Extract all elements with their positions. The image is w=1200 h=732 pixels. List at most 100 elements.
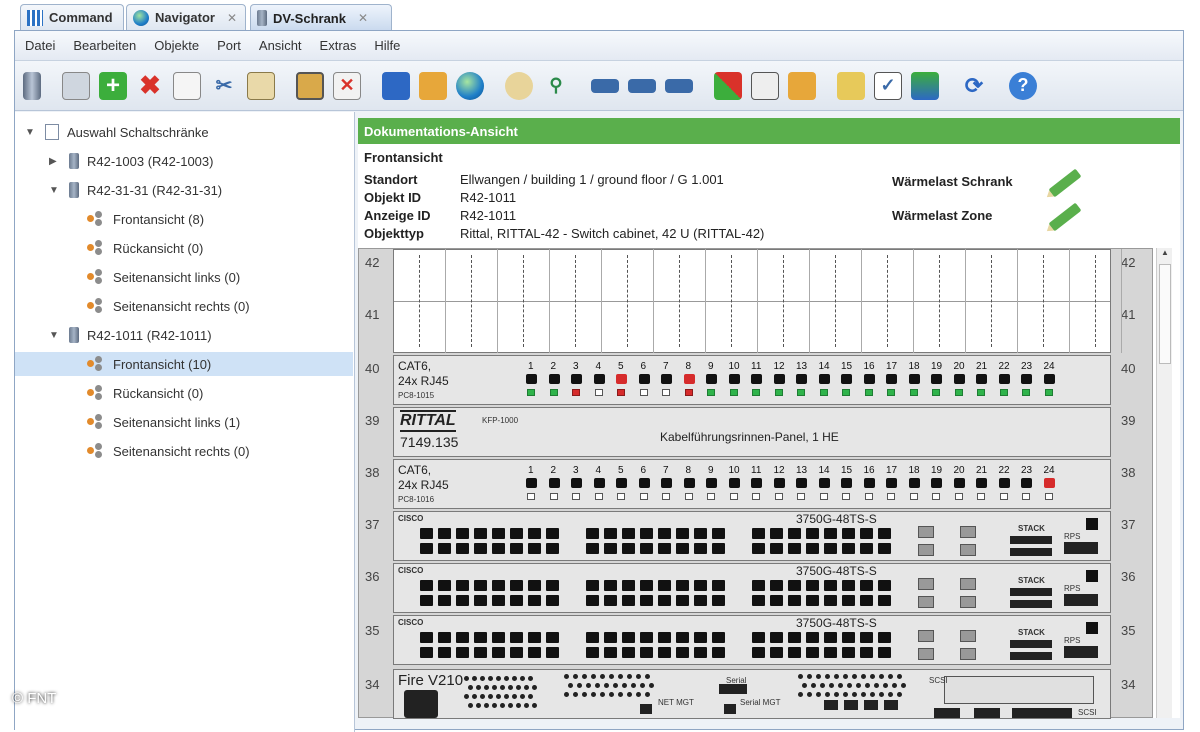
switch-port[interactable] xyxy=(586,528,599,539)
switch-port[interactable] xyxy=(658,528,671,539)
refresh-icon[interactable]: ⟳ xyxy=(960,72,988,100)
switch-port[interactable] xyxy=(712,595,725,606)
switch-port[interactable] xyxy=(622,647,635,658)
rj45-port[interactable] xyxy=(773,374,785,384)
expand-arrow-icon[interactable]: ▼ xyxy=(49,330,61,341)
switch-port[interactable] xyxy=(586,580,599,591)
switch-port[interactable] xyxy=(770,647,783,658)
switch-port[interactable] xyxy=(694,528,707,539)
switch-port[interactable] xyxy=(878,580,891,591)
copy-icon[interactable] xyxy=(173,71,201,100)
tab-dv-schrank[interactable]: DV-Schrank ✕ xyxy=(250,4,392,31)
rps-port[interactable] xyxy=(1064,594,1098,606)
switch-port[interactable] xyxy=(712,543,725,554)
menu-port[interactable]: Port xyxy=(217,38,241,53)
console-port[interactable] xyxy=(1086,518,1098,530)
edit-pencil-icon[interactable] xyxy=(1048,202,1082,232)
tree-item-view[interactable]: Seitenansicht rechts (0) xyxy=(87,439,250,463)
server-34[interactable]: Fire V210 Serial NET MGT Serial MGT SCSI… xyxy=(393,669,1111,719)
switch-port[interactable] xyxy=(510,647,523,658)
switch-port[interactable] xyxy=(510,595,523,606)
tools-icon[interactable] xyxy=(788,71,816,100)
switch-port[interactable] xyxy=(492,595,505,606)
switch-port[interactable] xyxy=(694,647,707,658)
server-port[interactable] xyxy=(640,704,652,714)
switch-port[interactable] xyxy=(824,543,837,554)
switch-port[interactable] xyxy=(770,543,783,554)
switch-port[interactable] xyxy=(528,647,541,658)
switch-port[interactable] xyxy=(842,580,855,591)
tree-item-view[interactable]: Rückansicht (0) xyxy=(87,381,203,405)
rj45-port[interactable] xyxy=(548,478,560,488)
switch-port[interactable] xyxy=(878,595,891,606)
rj45-port[interactable] xyxy=(976,478,987,488)
switch-port[interactable] xyxy=(878,632,891,643)
switch-port[interactable] xyxy=(438,528,451,539)
switch-port[interactable] xyxy=(712,528,725,539)
switch-port[interactable] xyxy=(510,543,523,554)
switch-port[interactable] xyxy=(604,647,617,658)
switch-port[interactable] xyxy=(586,595,599,606)
rps-port[interactable] xyxy=(1064,646,1098,658)
switch-port[interactable] xyxy=(824,632,837,643)
switch-port[interactable] xyxy=(438,595,451,606)
switch-port[interactable] xyxy=(788,580,801,591)
print-icon[interactable] xyxy=(62,71,90,100)
switch-port[interactable] xyxy=(528,580,541,591)
server-port[interactable] xyxy=(974,708,1000,718)
switch-port[interactable] xyxy=(474,580,487,591)
port-icon[interactable] xyxy=(714,71,742,100)
switch-port[interactable] xyxy=(474,543,487,554)
switch-port[interactable] xyxy=(640,632,653,643)
tree-item-view[interactable]: Seitenansicht links (0) xyxy=(87,265,240,289)
switch-port[interactable] xyxy=(860,580,873,591)
rj45-port[interactable] xyxy=(728,478,740,488)
switch-port[interactable] xyxy=(824,595,837,606)
switch-port[interactable] xyxy=(528,543,541,554)
empty-units[interactable] xyxy=(393,249,1111,353)
rj45-port[interactable] xyxy=(593,478,605,488)
switch-port[interactable] xyxy=(546,632,559,643)
switch-port[interactable] xyxy=(842,595,855,606)
server-port[interactable] xyxy=(719,684,747,694)
link-both-icon[interactable] xyxy=(665,78,693,93)
switch-port[interactable] xyxy=(420,595,433,606)
rj45-port[interactable] xyxy=(841,478,852,488)
server-port[interactable] xyxy=(844,700,858,710)
rj45-port[interactable] xyxy=(1043,374,1055,384)
edit-pencil-icon[interactable] xyxy=(1048,168,1082,198)
menu-objekte[interactable]: Objekte xyxy=(154,38,199,53)
add-icon[interactable]: + xyxy=(99,71,127,100)
tree-item-rack[interactable]: ▼ R42-31-31 (R42-31-31) xyxy=(49,178,222,202)
rj45-port[interactable] xyxy=(683,374,695,384)
rj45-port[interactable] xyxy=(751,374,762,384)
rj45-port[interactable] xyxy=(1043,478,1055,488)
tree-item-view[interactable]: Seitenansicht rechts (0) xyxy=(87,294,250,318)
switch-port[interactable] xyxy=(806,528,819,539)
rj45-port[interactable] xyxy=(571,478,582,488)
rj45-port[interactable] xyxy=(976,374,987,384)
switch-37[interactable]: CISCO 3750G-48TS-S STACK RPS xyxy=(393,511,1111,561)
switch-port[interactable] xyxy=(860,595,873,606)
switch-port[interactable] xyxy=(420,543,433,554)
switch-port[interactable] xyxy=(676,528,689,539)
switch-port[interactable] xyxy=(546,647,559,658)
cubes-icon[interactable] xyxy=(911,71,939,100)
collapse-arrow-icon[interactable]: ▶ xyxy=(49,156,61,167)
rps-port[interactable] xyxy=(1064,542,1098,554)
switch-port[interactable] xyxy=(438,543,451,554)
rj45-port[interactable] xyxy=(593,374,605,384)
switch-port[interactable] xyxy=(770,595,783,606)
switch-port[interactable] xyxy=(528,528,541,539)
rj45-port[interactable] xyxy=(706,478,717,488)
rj45-port[interactable] xyxy=(638,478,650,488)
switch-port[interactable] xyxy=(788,543,801,554)
tree-item-view[interactable]: Frontansicht (8) xyxy=(87,207,204,231)
switch-port[interactable] xyxy=(878,647,891,658)
rj45-port[interactable] xyxy=(998,374,1010,384)
switch-port[interactable] xyxy=(492,580,505,591)
switch-port[interactable] xyxy=(676,595,689,606)
patch-panel-40[interactable]: CAT6, 24x RJ45 PC8-1015 1 2 3 4 5 6 7 8 9 10 11 12 1… xyxy=(393,355,1111,405)
checklist-icon[interactable]: ✓ xyxy=(874,71,902,100)
network-icon[interactable] xyxy=(419,71,447,100)
